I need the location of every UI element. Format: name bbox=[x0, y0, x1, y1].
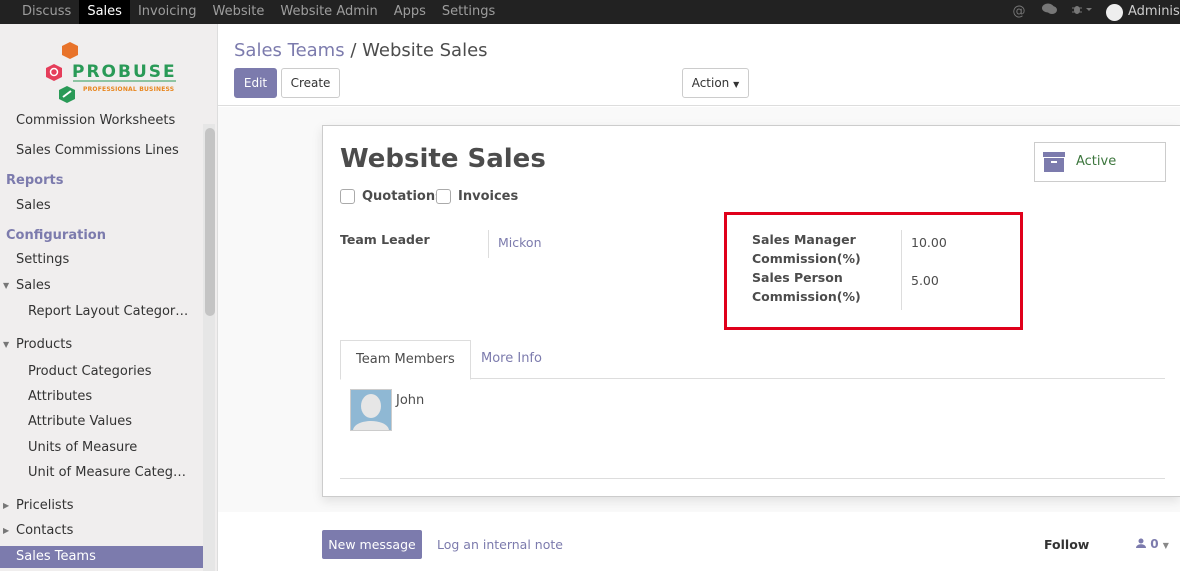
menu-discuss[interactable]: Discuss bbox=[14, 0, 79, 24]
log-note-link[interactable]: Log an internal note bbox=[437, 537, 563, 552]
sidebar-item-contacts[interactable]: ▶ Contacts bbox=[0, 520, 203, 542]
sidebar-item-reports-sales[interactable]: Sales bbox=[0, 195, 203, 217]
follow-button[interactable]: Follow bbox=[1044, 537, 1089, 552]
sidebar: PROBUSE PROFESSIONAL BUSINESS Commission… bbox=[0, 24, 218, 571]
sidebar-item-config-sales[interactable]: ▼ Sales bbox=[0, 275, 203, 297]
new-message-button[interactable]: New message bbox=[322, 530, 422, 559]
systray: @ Administrator bbox=[1004, 0, 1180, 24]
checkbox-box[interactable] bbox=[340, 189, 355, 204]
at-icon[interactable]: @ bbox=[1004, 0, 1034, 24]
tab-more-info[interactable]: More Info bbox=[466, 340, 557, 379]
sidebar-item-label: Contacts bbox=[16, 523, 74, 538]
followers-icon bbox=[1136, 537, 1150, 551]
tab-team-members[interactable]: Team Members bbox=[340, 340, 471, 380]
divider bbox=[340, 478, 1165, 479]
app-menu: Discuss Sales Invoicing Website Website … bbox=[0, 0, 503, 24]
logo-wordmark: PROBUSE bbox=[72, 62, 177, 82]
action-dropdown[interactable]: Action ▼ bbox=[682, 68, 749, 98]
debug-icon[interactable] bbox=[1064, 0, 1100, 24]
user-menu[interactable]: Administrator bbox=[1100, 0, 1180, 24]
create-button[interactable]: Create bbox=[281, 68, 340, 98]
breadcrumb-separator: / bbox=[350, 40, 357, 61]
breadcrumb-sales-teams[interactable]: Sales Teams bbox=[234, 40, 345, 61]
action-label: Action bbox=[691, 76, 730, 90]
scrollbar-thumb[interactable] bbox=[205, 128, 215, 316]
member-avatar[interactable] bbox=[350, 389, 392, 431]
menu-apps[interactable]: Apps bbox=[386, 0, 434, 24]
chat-icon[interactable] bbox=[1034, 0, 1064, 24]
menu-invoicing[interactable]: Invoicing bbox=[130, 0, 205, 24]
sidebar-item-product-categories[interactable]: Product Categories bbox=[0, 361, 203, 383]
record-title: Website Sales bbox=[340, 144, 546, 174]
sidebar-item-products-group[interactable]: ▼ Products bbox=[0, 334, 203, 356]
invoices-checkbox[interactable]: Invoices bbox=[436, 189, 518, 204]
followers-count: 0 bbox=[1150, 537, 1159, 551]
user-placeholder-icon bbox=[353, 394, 389, 430]
collapse-triangle-icon: ▼ bbox=[3, 340, 10, 349]
form-sheet: Website Sales Quotations Invoices Active… bbox=[322, 125, 1180, 497]
sidebar-item-attributes[interactable]: Attributes bbox=[0, 386, 203, 408]
caret-down-icon: ▼ bbox=[1162, 541, 1169, 550]
sidebar-item-label: Pricelists bbox=[16, 498, 74, 513]
field-separator bbox=[488, 230, 489, 258]
sidebar-item-settings[interactable]: Settings bbox=[0, 249, 203, 271]
highlight-box bbox=[724, 212, 1023, 330]
probuse-logo: PROBUSE PROFESSIONAL BUSINESS bbox=[40, 40, 180, 114]
sidebar-header-reports: Reports bbox=[6, 173, 64, 188]
checkbox-box[interactable] bbox=[436, 189, 451, 204]
archive-icon bbox=[1043, 152, 1065, 172]
top-navbar: Discuss Sales Invoicing Website Website … bbox=[0, 0, 1180, 24]
active-status-label: Active bbox=[1076, 154, 1117, 169]
expand-triangle-icon: ▶ bbox=[3, 526, 10, 535]
active-toggle-button[interactable]: Active bbox=[1034, 142, 1166, 182]
checkbox-label: Invoices bbox=[458, 189, 519, 204]
followers-dropdown[interactable]: 0 ▼ bbox=[1136, 537, 1169, 551]
menu-sales[interactable]: Sales bbox=[79, 0, 130, 24]
team-leader-value[interactable]: Mickon bbox=[498, 235, 542, 250]
collapse-triangle-icon: ▼ bbox=[3, 281, 10, 290]
sidebar-item-commission-lines[interactable]: Sales Commissions Lines bbox=[0, 140, 203, 162]
sidebar-item-label: Sales bbox=[16, 278, 51, 293]
quotations-checkbox[interactable]: Quotations bbox=[340, 189, 443, 204]
sidebar-item-commission-worksheets[interactable]: Commission Worksheets bbox=[0, 110, 203, 132]
expand-triangle-icon: ▶ bbox=[3, 501, 10, 510]
menu-website[interactable]: Website bbox=[205, 0, 273, 24]
sidebar-item-report-layout[interactable]: Report Layout Categor… bbox=[0, 301, 203, 323]
menu-website-admin[interactable]: Website Admin bbox=[272, 0, 385, 24]
sidebar-item-attribute-values[interactable]: Attribute Values bbox=[0, 411, 203, 433]
breadcrumb: Sales Teams / Website Sales bbox=[234, 40, 488, 61]
logo-tagline: PROFESSIONAL BUSINESS bbox=[83, 86, 175, 93]
breadcrumb-current: Website Sales bbox=[362, 40, 488, 61]
sidebar-item-uom-categories[interactable]: Unit of Measure Categ… bbox=[0, 462, 203, 484]
user-avatar bbox=[1106, 3, 1123, 21]
member-name[interactable]: John bbox=[396, 393, 424, 408]
menu-settings[interactable]: Settings bbox=[434, 0, 503, 24]
sidebar-item-sales-teams[interactable]: Sales Teams bbox=[0, 546, 203, 568]
sidebar-item-pricelists[interactable]: ▶ Pricelists bbox=[0, 495, 203, 517]
sidebar-item-label: Products bbox=[16, 337, 73, 352]
caret-down-icon: ▼ bbox=[733, 80, 740, 89]
control-panel: Sales Teams / Website Sales Edit Create … bbox=[218, 24, 1180, 106]
user-name: Administrator bbox=[1128, 4, 1180, 19]
sidebar-item-units-of-measure[interactable]: Units of Measure bbox=[0, 437, 203, 459]
checkbox-label: Quotations bbox=[362, 189, 443, 204]
sidebar-scrollbar[interactable] bbox=[203, 124, 215, 571]
notebook-tabs: Team Members More Info bbox=[340, 340, 1165, 380]
edit-button[interactable]: Edit bbox=[234, 68, 277, 98]
team-leader-label: Team Leader bbox=[340, 232, 430, 247]
sidebar-header-configuration: Configuration bbox=[6, 228, 106, 243]
